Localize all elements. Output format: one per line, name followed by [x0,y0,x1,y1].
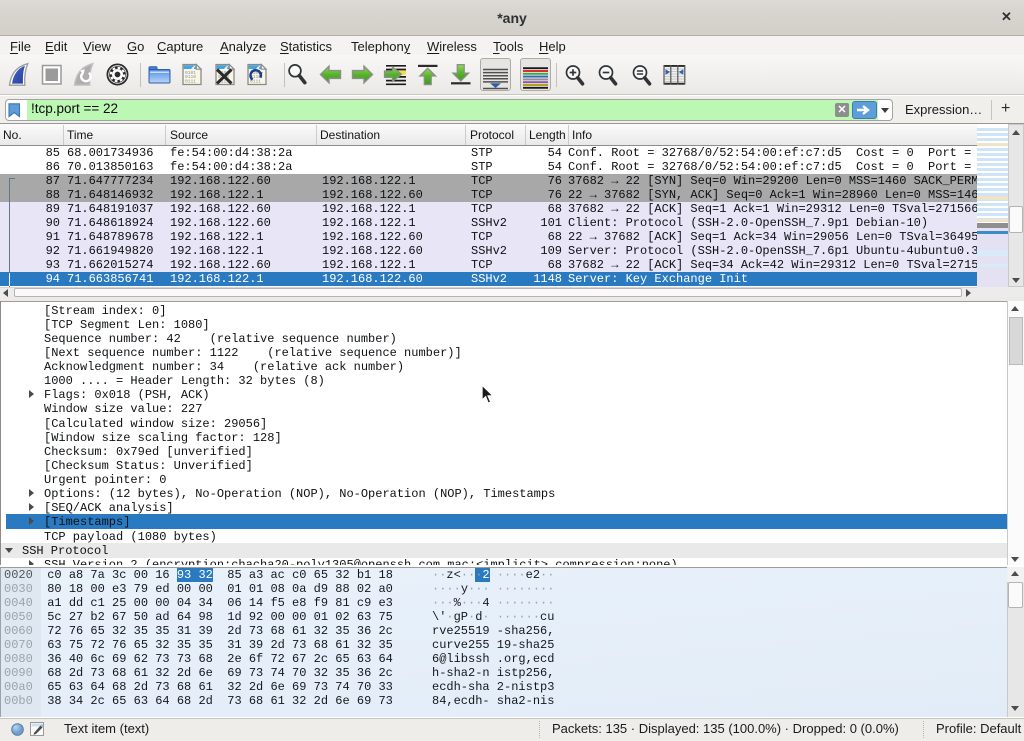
svg-text:0111: 0111 [185,79,196,85]
